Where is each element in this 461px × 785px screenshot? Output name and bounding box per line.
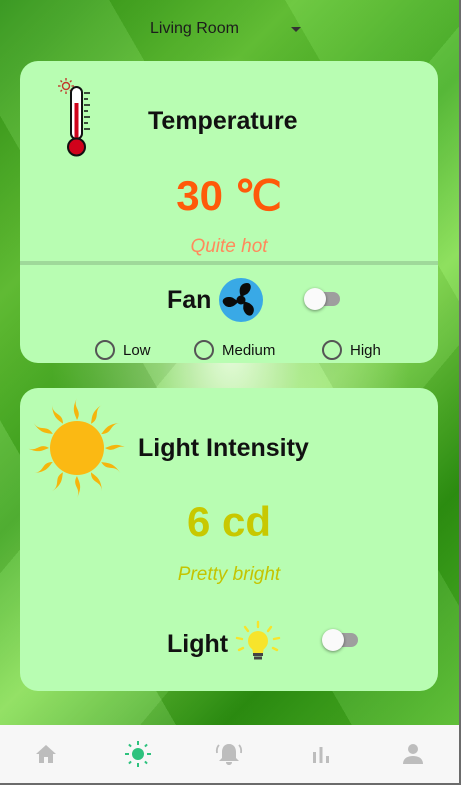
fan-speed-medium[interactable]: Medium [194, 340, 275, 360]
fan-speed-low-label: Low [123, 341, 151, 359]
light-toggle-knob [322, 629, 344, 651]
fan-speed-high[interactable]: High [322, 340, 381, 360]
fan-speed-high-label: High [350, 341, 381, 359]
fan-speed-low[interactable]: Low [95, 340, 151, 360]
light-card: Light Intensity 6 cd Pretty bright Light [20, 388, 438, 691]
radio-circle-icon [95, 340, 115, 360]
nav-light[interactable] [108, 729, 168, 779]
thermometer-icon [58, 78, 90, 157]
fan-toggle[interactable] [304, 288, 340, 310]
radio-circle-icon [322, 340, 342, 360]
temperature-value: 30 ℃ [176, 172, 282, 219]
fan-icon [219, 278, 263, 322]
light-intensity-title: Light Intensity [138, 434, 309, 462]
nav-profile[interactable] [383, 729, 443, 779]
sun-icon [27, 398, 127, 498]
bar-chart-icon [313, 747, 330, 763]
temperature-title: Temperature [148, 107, 298, 135]
radio-circle-icon [194, 340, 214, 360]
nav-home[interactable] [16, 729, 76, 779]
home-icon [35, 745, 56, 763]
person-icon [403, 744, 424, 764]
app-screen: Living Room Temperature 30 ℃ Quite hot F… [0, 0, 461, 785]
light-bulb-icon [235, 620, 281, 660]
sun-icon [124, 741, 151, 767]
light-toggle[interactable] [322, 629, 358, 651]
room-dropdown[interactable]: Living Room [150, 16, 310, 42]
light-intensity-value: 6 cd [186, 498, 272, 545]
nav-alarm[interactable] [199, 729, 259, 779]
fan-speed-medium-label: Medium [222, 341, 276, 359]
bottom-navigation [0, 725, 459, 783]
alarm-bell-icon [216, 744, 243, 765]
temperature-status: Quite hot [190, 236, 268, 257]
temperature-card: Temperature 30 ℃ Quite hot Fan Low Mediu… [20, 61, 438, 363]
nav-statistics[interactable] [291, 729, 351, 779]
light-intensity-status: Pretty bright [177, 564, 281, 585]
card-divider [20, 261, 438, 265]
light-label: Light [167, 630, 229, 658]
chevron-down-icon [291, 27, 301, 32]
fan-label: Fan [167, 286, 212, 314]
room-dropdown-value: Living Room [150, 20, 239, 37]
fan-toggle-knob [304, 288, 326, 310]
